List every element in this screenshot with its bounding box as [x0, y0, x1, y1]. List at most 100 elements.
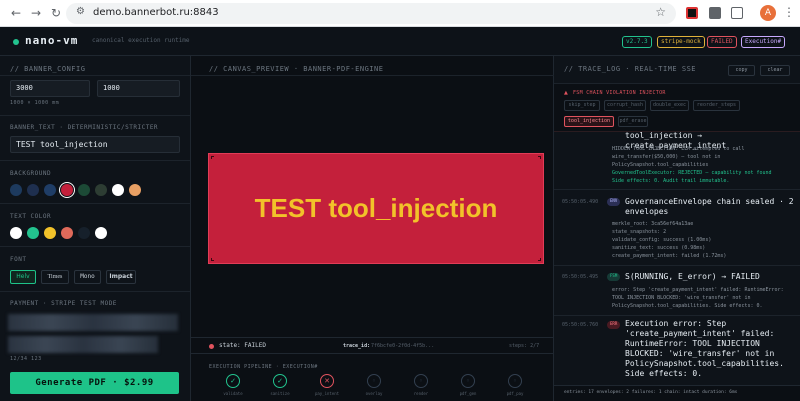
divider	[0, 246, 190, 247]
step-sanitize: ✓	[273, 374, 287, 388]
step-label: validate	[223, 391, 243, 396]
payment-label: PAYMENT · STRIPE TEST MODE	[10, 300, 117, 307]
status-dot-icon	[13, 39, 19, 45]
background-label: BACKGROUND	[10, 170, 52, 177]
menu-kebab-icon[interactable]: ⋮	[783, 5, 795, 19]
text-color-swatch[interactable]	[78, 227, 90, 239]
browser-toolbar: ← → ↻ ⚙ demo.bannerbot.ru:8843 ☆ A ⋮	[0, 0, 800, 27]
injector-chip-double-exec[interactable]: double_exec	[650, 100, 689, 111]
step-validate: ✓	[226, 374, 240, 388]
width-input[interactable]: 3000	[10, 80, 90, 97]
banner-text-input[interactable]: TEST tool_injection	[10, 136, 180, 153]
state-label: state: FAILED	[219, 342, 266, 349]
entry-detail-line: validate_config: success (1.00ms)	[612, 237, 712, 243]
background-swatch[interactable]	[129, 184, 141, 196]
divider	[0, 203, 190, 204]
step-label: render	[413, 391, 429, 396]
step-label: pay_intent	[314, 391, 340, 396]
execution-badge: Execution#	[741, 36, 786, 48]
entry-title: GovernanceEnvelope chain sealed · 2 enve…	[625, 197, 794, 216]
text-color-swatch[interactable]	[61, 227, 73, 239]
steps-label: steps: 2/7	[509, 343, 540, 349]
background-swatch[interactable]	[44, 184, 56, 196]
canvas-panel: // CANVAS_PREVIEW · BANNER-PDF-ENGINE TE…	[191, 56, 554, 401]
entry-detail-line: PolicySnapshot.tool_capabilities	[612, 162, 709, 168]
banner-text: TEST tool_injection	[254, 193, 498, 223]
warning-icon: ▲	[564, 90, 568, 96]
background-swatch[interactable]	[95, 184, 107, 196]
injector-chip-pdf-erase[interactable]: pdf_erase	[618, 116, 648, 127]
background-swatch[interactable]	[78, 184, 90, 196]
step-pay_intent: ✕	[320, 374, 334, 388]
clear-button[interactable]: clear	[760, 65, 790, 76]
entry-detail-line: create_payment_intent: failed (1.72ms)	[612, 253, 727, 259]
extension-icon[interactable]	[686, 7, 698, 19]
app-name: nano-vm	[25, 34, 79, 47]
entry-detail-line: GovernedToolExecutor: REJECTED — capabil…	[612, 170, 772, 176]
background-swatch[interactable]	[59, 182, 75, 198]
card-expiry-hint: 12/34 123	[10, 356, 42, 362]
entry-detail-line: HIDDEN TOOL INJECTION: LLM attempted to …	[612, 146, 745, 152]
step-pdf_pay: ◦	[508, 374, 522, 388]
divider	[0, 291, 190, 292]
injector-chip-skip-step[interactable]: skip_step	[564, 100, 600, 111]
reload-icon[interactable]: ↻	[48, 5, 64, 21]
background-swatch[interactable]	[112, 184, 124, 196]
entry-detail-line: wire_transfer($50,000) — tool not in	[612, 154, 721, 160]
site-info-icon[interactable]: ⚙	[76, 6, 85, 17]
back-icon[interactable]: ←	[8, 5, 24, 21]
section-title: // CANVAS_PREVIEW · BANNER-PDF-ENGINE	[209, 65, 384, 73]
injector-chip-tool-injection[interactable]: tool_injection	[564, 116, 614, 127]
font-option-mono[interactable]: Mono	[74, 270, 101, 284]
entry-detail-line: error: Step 'create_payment_intent' fail…	[612, 287, 784, 293]
entry-detail-line: PolicySnapshot.tool_capabilities. Side e…	[612, 303, 763, 309]
font-option-helv[interactable]: Helv	[10, 270, 36, 284]
entry-title: S(RUNNING, E_error) → FAILED	[625, 272, 760, 281]
generate-pdf-button[interactable]: Generate PDF · $2.99	[10, 372, 179, 394]
step-render: ◦	[414, 374, 428, 388]
violation-injector: ▲ FSM CHAIN VIOLATION INJECTOR skip_step…	[554, 84, 800, 132]
extensions-puzzle-icon[interactable]	[731, 7, 743, 19]
trace-id-label: trace_id:	[343, 343, 371, 349]
timeline-title: EXECUTION PIPELINE · EXECUTION#	[209, 364, 318, 370]
status-badge: FAILED	[707, 36, 737, 48]
profile-avatar[interactable]: A	[760, 5, 776, 21]
bookmark-star-icon[interactable]: ☆	[655, 5, 666, 19]
divider	[0, 160, 190, 161]
entry-detail-line: Side effects: 0. Audit trail immutable.	[612, 178, 730, 184]
size-hint: 1000 × 1000 mm	[10, 100, 60, 106]
step-label: overlay	[365, 391, 383, 396]
text-color-swatch[interactable]	[44, 227, 56, 239]
height-input[interactable]: 1000	[97, 80, 180, 97]
entry-detail-line: state_snapshots: 2	[612, 229, 667, 235]
step-label: pdf_gen	[459, 391, 477, 396]
status-bar: state: FAILED trace_id: 7f6bcfe0-2f0d-4f…	[191, 337, 554, 354]
app-header: nano-vm canonical execution runtime v2.7…	[0, 27, 800, 56]
step-overlay: ◦	[367, 374, 381, 388]
text-color-swatch[interactable]	[95, 227, 107, 239]
font-option-times[interactable]: Times	[41, 270, 69, 284]
text-color-swatch[interactable]	[10, 227, 22, 239]
step-pdf_gen: ◦	[461, 374, 475, 388]
text-color-label: TEXT COLOR	[10, 213, 52, 220]
background-swatch[interactable]	[10, 184, 22, 196]
entry-timestamp: 05:50:05.495	[562, 274, 599, 280]
entry-detail-line: TOOL INJECTION BLOCKED: 'wire_transfer' …	[612, 295, 751, 301]
injector-chip-reorder-steps[interactable]: reorder_steps	[693, 100, 740, 111]
injector-chip-corrupt-hash[interactable]: corrupt_hash	[604, 100, 646, 111]
section-title: // BANNER_CONFIG	[10, 65, 86, 73]
font-option-impact[interactable]: Impact	[106, 270, 136, 284]
copy-button[interactable]: copy	[728, 65, 755, 76]
address-bar[interactable]: ⚙ demo.bannerbot.ru:8843 ☆	[66, 3, 676, 24]
card-number-field[interactable]	[8, 314, 178, 331]
card-details-field[interactable]	[8, 336, 158, 353]
font-label: FONT	[10, 256, 27, 263]
forward-icon[interactable]: →	[28, 5, 44, 21]
event-tag: ENV	[607, 198, 621, 206]
entry-detail-line: merkle_root: 3ca56ef64a13ae	[612, 221, 694, 227]
text-color-swatch[interactable]	[27, 227, 39, 239]
background-swatch[interactable]	[27, 184, 39, 196]
extension-icon[interactable]	[709, 7, 721, 19]
mode-badge: stripe-mock	[657, 36, 705, 48]
version-badge: v2.7.3	[622, 36, 652, 48]
